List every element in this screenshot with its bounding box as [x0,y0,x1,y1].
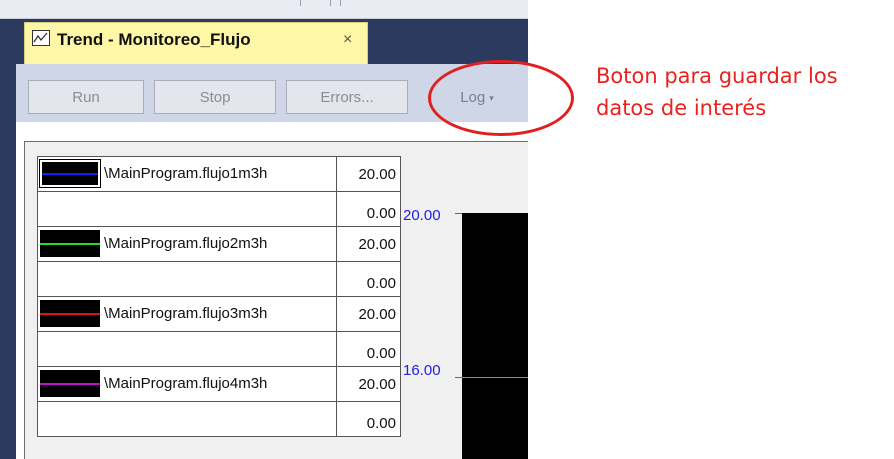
pen-tag-name: \MainProgram.flujo4m3h [104,375,268,392]
pen-empty-cell [37,331,337,367]
run-button[interactable]: Run [28,80,144,114]
pen-tag-name: \MainProgram.flujo3m3h [104,305,268,322]
pen-color-swatch [40,300,100,327]
legend-pen-row[interactable]: \MainProgram.flujo2m3h 20.00 [37,226,401,262]
y-axis-tick [455,213,462,214]
trend-chart-icon [32,30,50,46]
grid-line [462,377,528,378]
trend-chart-area: \MainProgram.flujo1m3h 20.00 0.00 \MainProg… [24,141,528,459]
pen-max-value: 20.00 [336,366,401,402]
legend-pen-min-row: 0.00 [37,401,401,437]
strip-separator [300,0,301,6]
y-axis-label-max: 20.00 [403,207,441,224]
stop-button[interactable]: Stop [154,80,276,114]
pen-tag-cell[interactable]: \MainProgram.flujo4m3h [37,366,337,402]
pen-tag-name: \MainProgram.flujo2m3h [104,235,268,252]
pen-tag-name: \MainProgram.flujo1m3h [104,165,268,182]
pen-line-sample [40,242,100,245]
pen-line-sample [40,312,100,315]
trend-plot-area[interactable] [462,213,528,459]
legend-pen-row[interactable]: \MainProgram.flujo1m3h 20.00 [37,156,401,192]
y-axis-tick [455,377,462,378]
pen-line-sample [40,382,100,385]
top-strip [0,0,528,19]
pen-min-value: 0.00 [336,331,401,367]
stop-button-label: Stop [199,88,231,106]
tab-trend-monitoreo-flujo[interactable]: Trend - Monitoreo_Flujo × [24,22,368,64]
run-button-label: Run [72,88,100,106]
annotation-note: Boton para guardar los datos de interés [596,64,838,120]
pen-tag-cell[interactable]: \MainProgram.flujo1m3h [37,156,337,192]
legend-pen-row[interactable]: \MainProgram.flujo4m3h 20.00 [37,366,401,402]
pen-empty-cell [37,261,337,297]
errors-button-label: Errors... [320,88,374,106]
close-icon[interactable]: × [343,31,352,49]
tab-title: Trend - Monitoreo_Flujo [57,30,251,49]
pen-tag-cell[interactable]: \MainProgram.flujo2m3h [37,226,337,262]
errors-button[interactable]: Errors... [286,80,408,114]
y-axis-label-16: 16.00 [403,362,441,379]
pen-max-value: 20.00 [336,296,401,332]
pen-empty-cell [37,401,337,437]
strip-separator [340,0,341,6]
pen-tag-cell[interactable]: \MainProgram.flujo3m3h [37,296,337,332]
pen-legend: \MainProgram.flujo1m3h 20.00 0.00 \MainProg… [37,156,401,437]
trend-window: Trend - Monitoreo_Flujo × Run Stop Error… [0,0,528,459]
pen-min-value: 0.00 [336,261,401,297]
pen-line-sample [42,172,98,175]
trend-panel: \MainProgram.flujo1m3h 20.00 0.00 \MainProg… [16,122,528,459]
pen-max-value: 20.00 [336,226,401,262]
legend-pen-min-row: 0.00 [37,191,401,227]
legend-pen-min-row: 0.00 [37,331,401,367]
legend-pen-row[interactable]: \MainProgram.flujo3m3h 20.00 [37,296,401,332]
pen-color-swatch [39,159,101,188]
legend-pen-min-row: 0.00 [37,261,401,297]
pen-min-value: 0.00 [336,191,401,227]
pen-empty-cell [37,191,337,227]
pen-max-value: 20.00 [336,156,401,192]
annotation-highlight-ellipse [428,60,574,136]
pen-min-value: 0.00 [336,401,401,437]
strip-separator [330,0,331,6]
pen-color-swatch [40,370,100,397]
pen-color-swatch [40,230,100,257]
